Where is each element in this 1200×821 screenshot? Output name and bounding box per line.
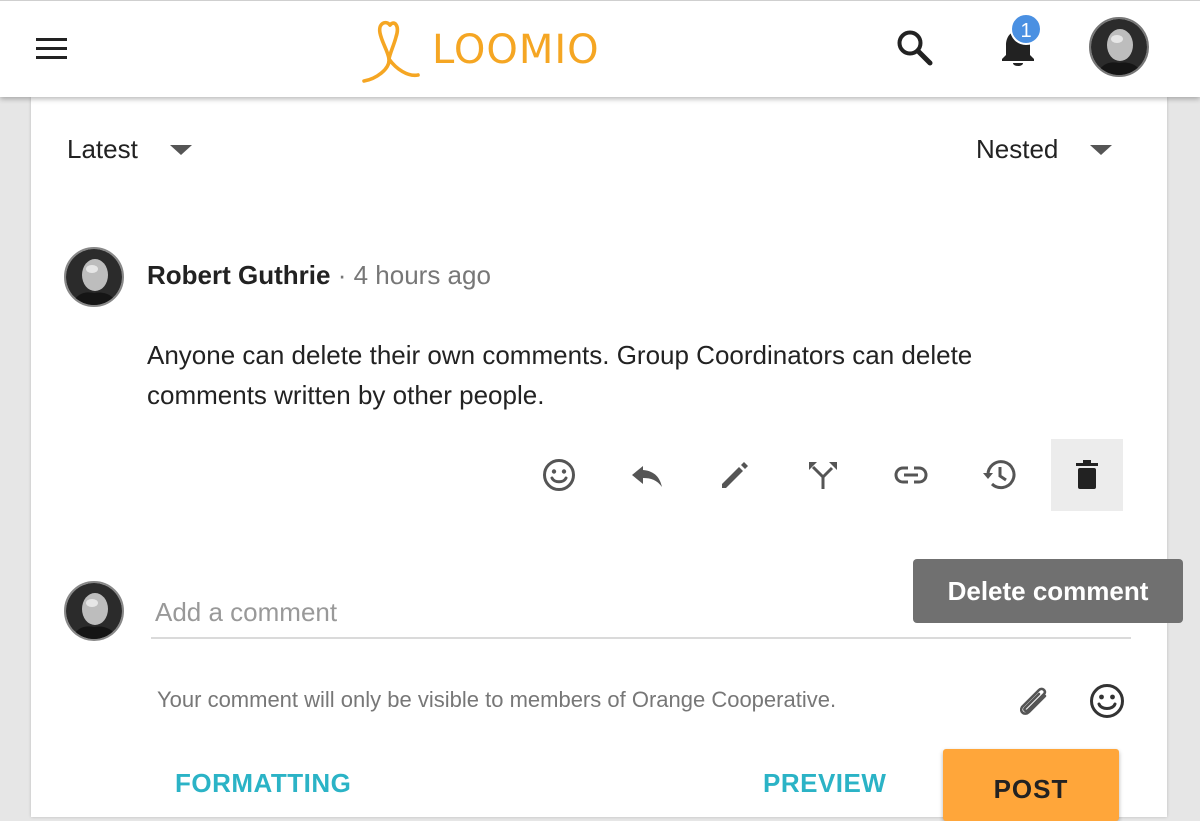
paperclip-icon[interactable] [1015,682,1053,720]
avatar-photo [66,249,122,305]
comment-author[interactable]: Robert Guthrie [147,260,330,290]
history-button[interactable] [955,439,1043,511]
edit-button[interactable] [691,439,779,511]
formatting-button[interactable]: FORMATTING [175,768,351,799]
current-user-avatar [64,581,124,641]
fork-button[interactable] [779,439,867,511]
view-mode-select[interactable]: Nested [976,134,1113,165]
delete-tooltip: Delete comment [913,559,1183,623]
comment-body: Anyone can delete their own comments. Gr… [147,340,973,410]
reply-button[interactable] [603,439,691,511]
history-icon [983,460,1016,490]
logo-text: LOOMIO [432,27,600,73]
user-avatar[interactable] [1089,17,1149,77]
loomio-logo-icon [362,20,420,83]
copy-link-button[interactable] [867,439,955,511]
notification-badge: 1 [1010,13,1042,45]
meta-separator: · [337,260,347,290]
visibility-note: Your comment will only be visible to mem… [157,687,837,712]
comment-meta: Robert Guthrie · 4 hours ago [147,260,491,291]
comment-actions [515,439,1123,511]
preview-button[interactable]: PREVIEW [763,768,886,799]
post-button[interactable]: POST [943,749,1119,821]
caret-down-icon [169,144,192,155]
loomio-logo[interactable]: LOOMIO [356,15,600,85]
link-icon [894,466,928,484]
smile-icon[interactable] [1087,681,1127,721]
react-button[interactable] [515,439,603,511]
smile-icon [543,459,575,491]
comment-author-avatar[interactable] [64,247,124,307]
view-mode-value: Nested [976,134,1059,164]
search-icon[interactable] [894,27,934,67]
discussion-card: Latest Nested Robert Guthrie · 4 hours a… [31,97,1167,821]
comment-time[interactable]: 4 hours ago [354,260,491,290]
reply-icon [632,466,662,487]
delete-icon [1076,460,1098,489]
edit-icon [722,462,748,488]
delete-button[interactable] [1051,439,1123,511]
order-select-value: Latest [67,134,138,164]
menu-icon[interactable] [36,38,67,60]
order-select[interactable]: Latest [67,134,192,165]
fork-icon [809,462,837,489]
top-bar: LOOMIO 1 [0,0,1200,97]
avatar-photo [1091,19,1147,75]
avatar-photo [66,583,122,639]
caret-down-icon [1090,144,1113,155]
